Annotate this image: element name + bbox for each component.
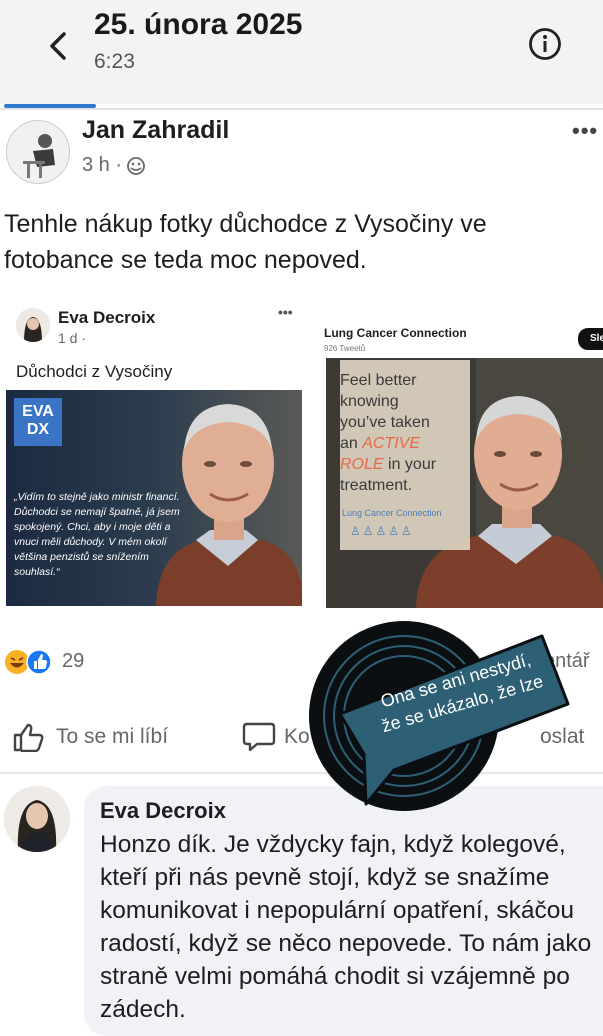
card-author-name: Eva Decroix (58, 308, 156, 327)
ad-brand-line: Lung Cancer Connection (342, 508, 442, 518)
org-name: Lung Cancer Connection (324, 326, 467, 340)
follow-button[interactable]: Sle (578, 328, 603, 350)
more-options-icon[interactable]: ••• (572, 118, 598, 144)
post-author-name[interactable]: Jan Zahradil (82, 116, 229, 145)
comparison-image-card[interactable]: Lung Cancer Connection 926 Tweetů Sle Fe… (316, 318, 603, 608)
more-options-icon[interactable]: ••• (278, 304, 293, 320)
like-icon[interactable] (12, 722, 46, 752)
card-title: Důchodci z Vysočiny (16, 362, 173, 381)
campaign-image: EVA DX „Vidím to stejně jako ministr fina… (6, 390, 302, 606)
tweet-count: 926 Tweetů (324, 344, 366, 353)
campaign-quote: „Vidím to stejně jako ministr financí. D… (14, 491, 180, 578)
reaction-icons[interactable] (4, 648, 56, 676)
comment-text: Honzo dík. Je vždycky fajn, když kolegov… (100, 831, 592, 1023)
header-date: 25. února 2025 (94, 8, 303, 41)
comment-author-name[interactable]: Eva Decroix (100, 798, 226, 824)
shared-post-card[interactable]: Eva Decroix 1 d · ••• Důchodci z Vysočin… (6, 296, 304, 612)
info-icon[interactable] (528, 27, 562, 61)
stock-photo: Feel better knowing you’ve taken an ACTI… (326, 358, 603, 608)
avatar[interactable] (4, 786, 70, 852)
post-time: 3 h · (82, 154, 123, 176)
avatar (16, 308, 50, 342)
back-arrow-icon[interactable] (42, 26, 78, 66)
post-meta: 3 h · (82, 154, 146, 177)
like-button[interactable]: To se mi líbí (56, 725, 168, 749)
reaction-count[interactable]: 29 (62, 650, 84, 673)
card-meta: 1 d · (58, 330, 87, 346)
privacy-friends-icon (127, 156, 145, 175)
ad-headline: Feel better knowing you’ve taken an ACTI… (340, 372, 437, 494)
avatar[interactable] (6, 120, 70, 184)
people-icons: ♙♙♙♙♙ (350, 524, 414, 538)
comment-icon[interactable] (242, 720, 276, 752)
post-text: Tenhle nákup fotky důchodce z Vysočiny v… (4, 210, 487, 274)
header-time: 6:23 (94, 50, 135, 73)
divider (0, 108, 603, 110)
eva-dx-logo: EVA DX (14, 398, 62, 446)
